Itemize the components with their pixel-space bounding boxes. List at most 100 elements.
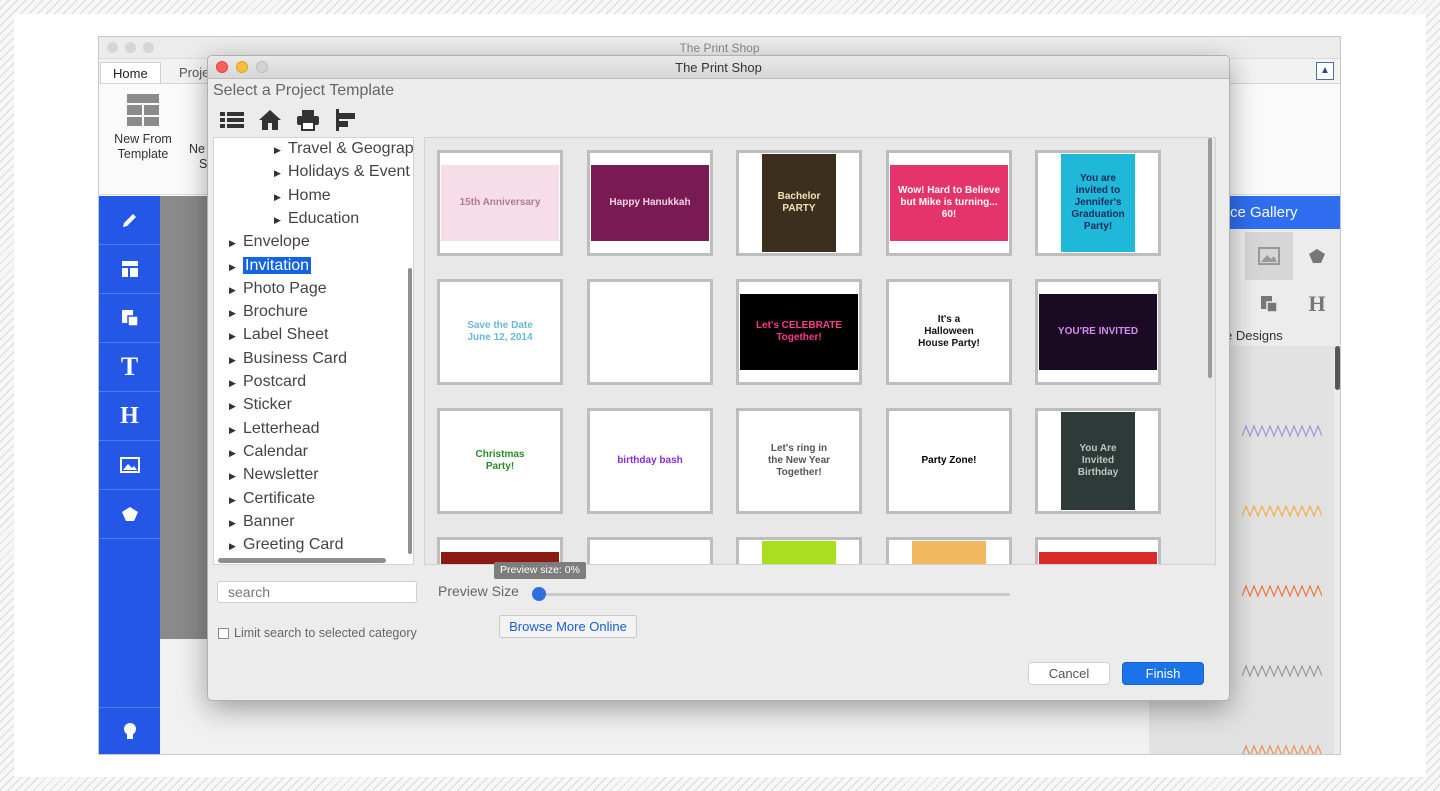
tree-item-label: Letterhead bbox=[243, 419, 320, 437]
template-card: 15th Anniversary bbox=[441, 165, 559, 241]
tree-item[interactable]: ▶ Letterhead bbox=[229, 418, 320, 440]
expand-arrow-icon[interactable]: ▶ bbox=[229, 232, 237, 254]
tree-item[interactable]: ▶ Banner bbox=[229, 511, 295, 533]
limit-search-option[interactable]: Limit search to selected category bbox=[218, 626, 417, 640]
lightbulb-icon[interactable] bbox=[99, 707, 160, 754]
template-thumbnail[interactable]: YOU'RE INVITED bbox=[1035, 279, 1161, 385]
collapse-ribbon-button[interactable]: ▲ bbox=[1316, 62, 1334, 80]
shapes-icon[interactable] bbox=[99, 490, 160, 539]
tree-item[interactable]: ▶ Business Card bbox=[229, 348, 347, 370]
print-icon[interactable] bbox=[293, 108, 323, 132]
expand-arrow-icon[interactable]: ▶ bbox=[229, 535, 237, 557]
template-thumbnail[interactable]: Save the Date June 12, 2014 bbox=[437, 279, 563, 385]
align-icon[interactable] bbox=[331, 108, 361, 132]
tree-item-label: Business Card bbox=[243, 349, 348, 367]
template-thumbnail[interactable]: You Are Invited Birthday bbox=[1035, 408, 1161, 514]
preview-size-handle[interactable] bbox=[532, 587, 546, 601]
expand-arrow-icon[interactable]: ▶ bbox=[274, 186, 282, 208]
layout-icon[interactable] bbox=[99, 245, 160, 294]
new-from-template-button[interactable]: New From Template bbox=[103, 94, 183, 162]
template-card-text: Save the Date June 12, 2014 bbox=[467, 320, 533, 343]
tree-item[interactable]: ▶ Invitation bbox=[229, 255, 312, 278]
new-secondary-label-2: S bbox=[199, 157, 208, 171]
template-thumbnail[interactable]: 15th Anniversary bbox=[437, 150, 563, 256]
preview-size-slider[interactable] bbox=[540, 593, 1010, 596]
search-input[interactable] bbox=[217, 581, 417, 603]
expand-arrow-icon[interactable]: ▶ bbox=[274, 162, 282, 184]
tree-item[interactable]: ▶ Newsletter bbox=[229, 464, 319, 486]
heading-icon[interactable]: H bbox=[99, 392, 160, 441]
expand-arrow-icon[interactable]: ▶ bbox=[229, 325, 237, 347]
template-thumbnail[interactable]: You are invited to Jennifer's Graduation… bbox=[1035, 150, 1161, 256]
template-thumbnail[interactable]: Happy Hanukkah bbox=[587, 150, 713, 256]
design-item-5[interactable] bbox=[1242, 742, 1322, 755]
tree-item[interactable]: ▶ Travel & Geograp bbox=[274, 138, 413, 161]
browse-more-online-button[interactable]: Browse More Online bbox=[499, 615, 637, 638]
pages-icon[interactable] bbox=[1245, 280, 1293, 328]
home-icon[interactable] bbox=[255, 108, 285, 132]
expand-arrow-icon[interactable]: ▶ bbox=[229, 279, 237, 301]
designs-scrollbar[interactable] bbox=[1335, 346, 1340, 390]
expand-arrow-icon[interactable]: ▶ bbox=[229, 395, 237, 417]
tab-home[interactable]: Home bbox=[100, 62, 161, 83]
tree-horizontal-scrollbar[interactable] bbox=[218, 558, 386, 563]
heading-icon[interactable]: H bbox=[1293, 280, 1340, 328]
expand-arrow-icon[interactable]: ▶ bbox=[229, 419, 237, 441]
cancel-button[interactable]: Cancel bbox=[1028, 662, 1110, 685]
template-thumbnail[interactable]: Let's CELEBRATE Together! bbox=[736, 279, 862, 385]
template-thumbnail[interactable]: birthday bash bbox=[587, 408, 713, 514]
tree-item[interactable]: ▶ Brochure bbox=[229, 301, 308, 323]
shapes-icon[interactable] bbox=[1293, 232, 1340, 280]
limit-search-checkbox[interactable] bbox=[218, 627, 229, 639]
template-thumbnail[interactable]: Wow! Hard to Believe but Mike is turning… bbox=[886, 150, 1012, 256]
template-thumbnail[interactable] bbox=[587, 279, 713, 385]
tree-item[interactable]: ▶ Greeting Card bbox=[229, 534, 344, 556]
tree-item[interactable]: ▶ Calendar bbox=[229, 441, 308, 463]
image-icon[interactable] bbox=[1245, 232, 1293, 280]
template-thumbnail[interactable]: You're bbox=[1035, 537, 1161, 564]
finish-button[interactable]: Finish bbox=[1122, 662, 1204, 685]
tree-item[interactable]: ▶ Envelope bbox=[229, 231, 310, 253]
tree-item-label: Education bbox=[288, 209, 360, 227]
template-thumbnail[interactable]: You're Invited bbox=[886, 537, 1012, 564]
gallery-scrollbar[interactable] bbox=[1208, 138, 1212, 378]
template-card: Let's CELEBRATE Together! bbox=[740, 294, 858, 370]
expand-arrow-icon[interactable]: ▶ bbox=[229, 489, 237, 511]
list-view-icon[interactable] bbox=[217, 108, 247, 132]
expand-arrow-icon[interactable]: ▶ bbox=[229, 302, 237, 324]
tree-item[interactable]: ▶ Postcard bbox=[229, 371, 306, 393]
template-thumbnail[interactable] bbox=[437, 537, 563, 564]
text-icon[interactable]: T bbox=[99, 343, 160, 392]
template-thumbnail[interactable]: Bachelor PARTY bbox=[736, 150, 862, 256]
tree-item[interactable]: ▶ Certificate bbox=[229, 488, 315, 510]
tree-item[interactable]: ▶ Label Sheet bbox=[229, 324, 328, 346]
design-item-3[interactable] bbox=[1242, 582, 1322, 600]
expand-arrow-icon[interactable]: ▶ bbox=[229, 465, 237, 487]
design-item-2[interactable] bbox=[1242, 502, 1322, 520]
expand-arrow-icon[interactable]: ▶ bbox=[274, 139, 282, 161]
expand-arrow-icon[interactable]: ▶ bbox=[229, 349, 237, 371]
pencil-icon[interactable] bbox=[99, 196, 160, 245]
expand-arrow-icon[interactable]: ▶ bbox=[229, 512, 237, 534]
expand-arrow-icon[interactable]: ▶ bbox=[229, 442, 237, 464]
template-thumbnail[interactable]: HAPPY bbox=[736, 537, 862, 564]
tree-item[interactable]: ▶ Photo Page bbox=[229, 278, 327, 300]
template-thumbnail[interactable]: It's a Halloween House Party! bbox=[886, 279, 1012, 385]
expand-arrow-icon[interactable]: ▶ bbox=[229, 256, 237, 278]
template-thumbnail[interactable]: Party Zone! bbox=[886, 408, 1012, 514]
template-thumbnail[interactable] bbox=[587, 537, 713, 564]
tree-vertical-scrollbar[interactable] bbox=[408, 268, 412, 554]
design-item-1[interactable] bbox=[1242, 422, 1322, 440]
new-secondary-button[interactable]: Ne S bbox=[189, 142, 209, 172]
tree-item[interactable]: ▶ Education bbox=[274, 208, 359, 230]
template-thumbnail[interactable]: Christmas Party! bbox=[437, 408, 563, 514]
expand-arrow-icon[interactable]: ▶ bbox=[229, 372, 237, 394]
tree-item[interactable]: ▶ Sticker bbox=[229, 394, 292, 416]
expand-arrow-icon[interactable]: ▶ bbox=[274, 209, 282, 231]
pages-icon[interactable] bbox=[99, 294, 160, 343]
tree-item[interactable]: ▶ Home bbox=[274, 185, 331, 207]
tree-item[interactable]: ▶ Holidays & Event bbox=[274, 161, 410, 183]
template-thumbnail[interactable]: Let's ring in the New Year Together! bbox=[736, 408, 862, 514]
design-item-4[interactable] bbox=[1242, 662, 1322, 680]
image-icon[interactable] bbox=[99, 441, 160, 490]
